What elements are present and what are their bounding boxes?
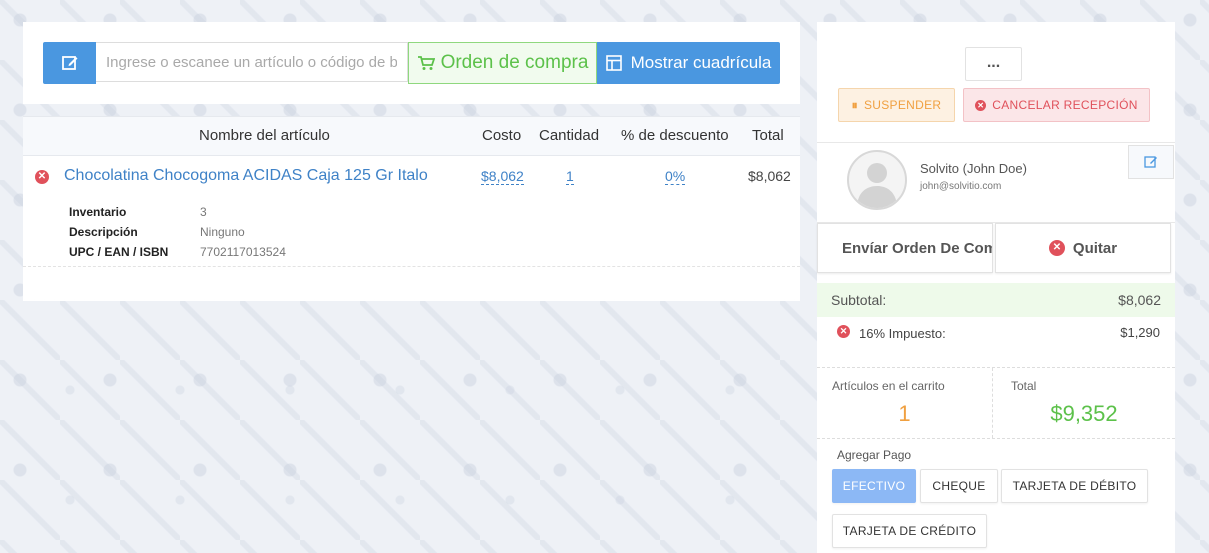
detail-label-description: Descripción — [69, 225, 138, 239]
payment-debit-button[interactable]: TARJETA DE DÉBITO — [1001, 469, 1148, 503]
customer-email: john@solvitio.com — [920, 181, 1002, 192]
cart-icon — [417, 56, 435, 70]
sidebar-panel: ... ⏸ SUSPENDER ✕ CANCELAR RECEPCIÓN Sol… — [817, 22, 1175, 553]
cart-stats: Artículos en el carrito 1 Total $9,352 — [817, 367, 1175, 439]
col-discount: % de descuento — [621, 127, 729, 144]
search-panel: Orden de compra Mostrar cuadrícula — [23, 22, 800, 104]
avatar — [847, 150, 907, 210]
detail-value-upc: 7702117013524 — [200, 245, 286, 259]
detail-value-inventory: 3 — [200, 205, 207, 219]
payment-credit-button[interactable]: TARJETA DE CRÉDITO — [832, 514, 987, 548]
col-quantity: Cantidad — [539, 127, 600, 144]
tax-label: 16% Impuesto: — [859, 326, 946, 341]
col-total: Total — [752, 127, 784, 144]
detail-label-inventory: Inventario — [69, 205, 127, 219]
add-payment-label: Agregar Pago — [837, 448, 912, 462]
payment-cash-button[interactable]: EFECTIVO — [832, 469, 916, 503]
total-label: Total — [1011, 379, 1037, 393]
edit-item-button[interactable] — [43, 42, 96, 84]
remove-tax-icon[interactable]: ✕ — [837, 325, 850, 338]
cart-panel: Nombre del artículo Costo Cantidad % de … — [23, 116, 800, 301]
tax-row: ✕ 16% Impuesto: $1,290 — [817, 318, 1175, 348]
cart-table-header: Nombre del artículo Costo Cantidad % de … — [23, 116, 800, 156]
col-item-name: Nombre del artículo — [199, 127, 330, 144]
cart-scalloped-edge — [23, 296, 800, 304]
detail-value-description: Ninguno — [200, 225, 245, 239]
grid-icon — [605, 55, 622, 71]
total-value: $9,352 — [1050, 401, 1118, 426]
customer-name: Solvito (John Doe) — [920, 161, 1027, 176]
remove-icon: ✕ — [1048, 240, 1065, 256]
remove-item-icon[interactable]: ✕ — [35, 170, 49, 184]
suspend-label: SUSPENDER — [863, 98, 942, 112]
item-search-input[interactable] — [96, 42, 408, 82]
cancel-receiving-button[interactable]: ✕ CANCELAR RECEPCIÓN — [963, 88, 1150, 122]
divider — [817, 142, 1175, 143]
cart-item-total: $8,062 — [748, 168, 791, 184]
edit-icon — [61, 56, 77, 70]
cart-item-cost[interactable]: $8,062 — [481, 168, 524, 185]
items-in-cart-value: 1 — [898, 401, 911, 426]
tax-value: $1,290 — [1120, 325, 1160, 340]
items-in-cart-label: Artículos en el carrito — [832, 379, 945, 393]
user-silhouette-icon — [857, 163, 897, 208]
edit-customer-button[interactable] — [1128, 145, 1174, 179]
subtotal-label: Subtotal: — [831, 292, 887, 308]
remove-label: Quitar — [1072, 239, 1118, 257]
show-grid-button[interactable]: Mostrar cuadrícula — [597, 42, 780, 84]
payment-check-button[interactable]: CHEQUE — [920, 469, 998, 503]
purchase-order-button[interactable]: Orden de compra — [408, 42, 597, 84]
send-po-label: Envíar Orden De Compra — [842, 239, 992, 257]
purchase-order-label: Orden de compra — [440, 52, 589, 73]
cart-item-discount[interactable]: 0% — [665, 168, 686, 185]
pause-icon: ⏸ — [851, 97, 858, 112]
send-purchase-order-button[interactable]: Envíar Orden De Compra — [817, 223, 993, 273]
subtotal-row: Subtotal: $8,062 — [817, 283, 1175, 317]
edit-icon — [1144, 156, 1157, 168]
cancel-icon: ✕ — [975, 99, 987, 111]
suspend-button[interactable]: ⏸ SUSPENDER — [838, 88, 955, 122]
col-cost: Costo — [482, 127, 522, 144]
remove-customer-button[interactable]: ✕ Quitar — [995, 223, 1171, 273]
more-options-button[interactable]: ... — [965, 47, 1022, 81]
detail-label-upc: UPC / EAN / ISBN — [69, 245, 169, 259]
subtotal-value: $8,062 — [1118, 292, 1161, 308]
cart-item-name[interactable]: Chocolatina Chocogoma ACIDAS Caja 125 Gr… — [64, 167, 428, 185]
cancel-label: CANCELAR RECEPCIÓN — [992, 98, 1138, 112]
cart-item-qty[interactable]: 1 — [566, 168, 574, 185]
show-grid-label: Mostrar cuadrícula — [630, 53, 772, 72]
row-divider — [23, 266, 800, 267]
